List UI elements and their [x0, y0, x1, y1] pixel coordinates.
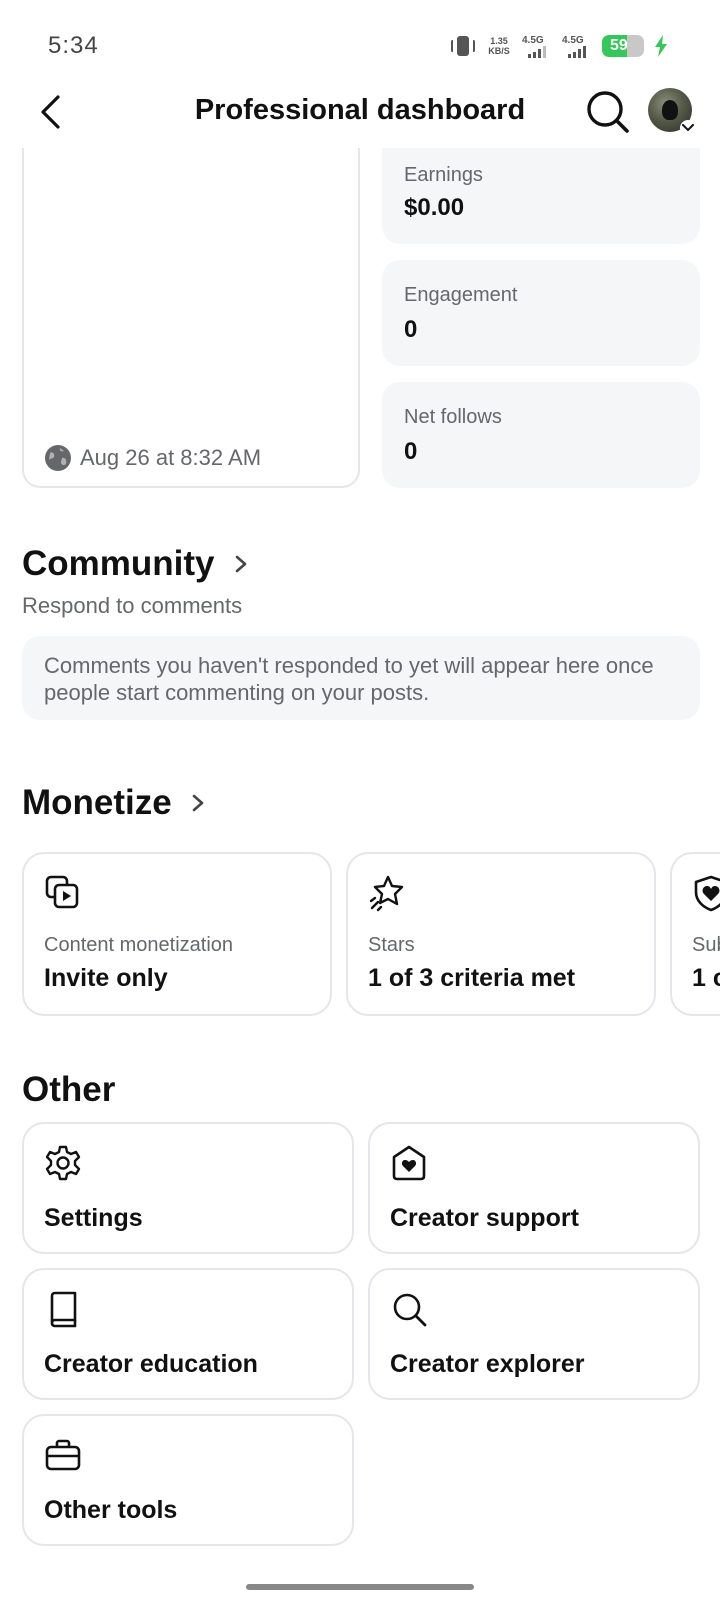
stars-icon: [368, 874, 406, 912]
section-title: Monetize: [22, 783, 172, 822]
header: Professional dashboard: [0, 78, 720, 148]
network-speed: 1.35 KB/S: [486, 36, 512, 56]
metric-value: $0.00: [404, 194, 465, 221]
monetize-section-link[interactable]: Monetize: [22, 783, 206, 823]
signal-1-label: 4.5G: [522, 34, 544, 46]
metric-value: 0: [404, 438, 418, 465]
home-heart-icon: [390, 1144, 428, 1182]
battery-icon: 59: [602, 35, 644, 57]
creator-explorer-card[interactable]: Creator explorer: [368, 1268, 700, 1400]
account-switcher-chevron-icon[interactable]: [680, 120, 696, 136]
search-button[interactable]: [584, 88, 632, 136]
tool-card-label: Other tools: [44, 1496, 178, 1524]
charging-bolt-icon: [655, 35, 667, 57]
chevron-right-icon: [235, 555, 246, 573]
metric-value: 0: [404, 316, 418, 343]
search-icon: [390, 1290, 428, 1328]
monetize-card-label: Sub: [692, 934, 720, 956]
search-icon: [587, 91, 629, 133]
signal-2-icon: 4.5G: [562, 35, 592, 58]
other-tools-card[interactable]: Other tools: [22, 1414, 354, 1546]
post-date: Aug 26 at 8:32 AM: [44, 444, 261, 472]
gear-icon: [44, 1144, 82, 1182]
tool-card-label: Creator support: [390, 1204, 579, 1232]
monetize-card-value: 1 c: [692, 964, 720, 992]
tool-card-label: Creator education: [44, 1350, 258, 1378]
network-speed-unit: KB/S: [488, 46, 510, 56]
signal-2-label: 4.5G: [562, 34, 584, 46]
book-icon: [44, 1290, 82, 1328]
other-section-title: Other: [22, 1070, 115, 1110]
section-title: Other: [22, 1070, 116, 1109]
net-follows-card[interactable]: Net follows 0: [382, 382, 700, 488]
stars-card[interactable]: Stars 1 of 3 criteria met: [346, 852, 656, 1016]
content-monetization-card[interactable]: Content monetization Invite only: [22, 852, 332, 1016]
comments-empty-state: Comments you haven't responded to yet wi…: [22, 636, 700, 720]
battery-level: 59: [610, 37, 628, 54]
tool-card-label: Settings: [44, 1204, 143, 1232]
globe-icon: [45, 445, 71, 471]
subscriptions-heart-icon: [692, 874, 720, 912]
metric-label: Earnings: [404, 164, 483, 186]
content-monetization-icon: [44, 874, 82, 912]
monetize-card-label: Content monetization: [44, 934, 234, 956]
status-icons: 1.35 KB/S 4.5G 4.5G 59: [450, 30, 668, 62]
monetize-card-label: Stars: [368, 934, 415, 956]
post-date-text: Aug 26 at 8:32 AM: [80, 445, 262, 470]
community-section-link[interactable]: Community: [22, 544, 249, 584]
recent-post-card[interactable]: Aug 26 at 8:32 AM: [22, 120, 360, 488]
metric-label: Engagement: [404, 284, 518, 306]
monetize-carousel[interactable]: Content monetization Invite only Stars 1…: [0, 840, 720, 1030]
creator-support-card[interactable]: Creator support: [368, 1122, 700, 1254]
subscriptions-card[interactable]: Sub 1 c: [670, 852, 720, 1016]
monetize-card-value: Invite only: [44, 964, 168, 992]
briefcase-icon: [44, 1436, 82, 1474]
tool-card-label: Creator explorer: [390, 1350, 585, 1378]
chevron-right-icon: [192, 794, 204, 812]
engagement-card[interactable]: Engagement 0: [382, 260, 700, 366]
monetize-card-value: 1 of 3 criteria met: [368, 964, 576, 992]
network-speed-value: 1.35: [490, 36, 508, 46]
section-title: Community: [22, 544, 215, 583]
status-time: 5:34: [48, 32, 99, 59]
home-indicator[interactable]: [246, 1584, 474, 1590]
metric-label: Net follows: [404, 406, 502, 428]
section-subtitle: Respond to comments: [22, 593, 243, 618]
vibrate-icon: [450, 34, 476, 58]
creator-education-card[interactable]: Creator education: [22, 1268, 354, 1400]
settings-card[interactable]: Settings: [22, 1122, 354, 1254]
signal-1-icon: 4.5G: [522, 35, 552, 58]
